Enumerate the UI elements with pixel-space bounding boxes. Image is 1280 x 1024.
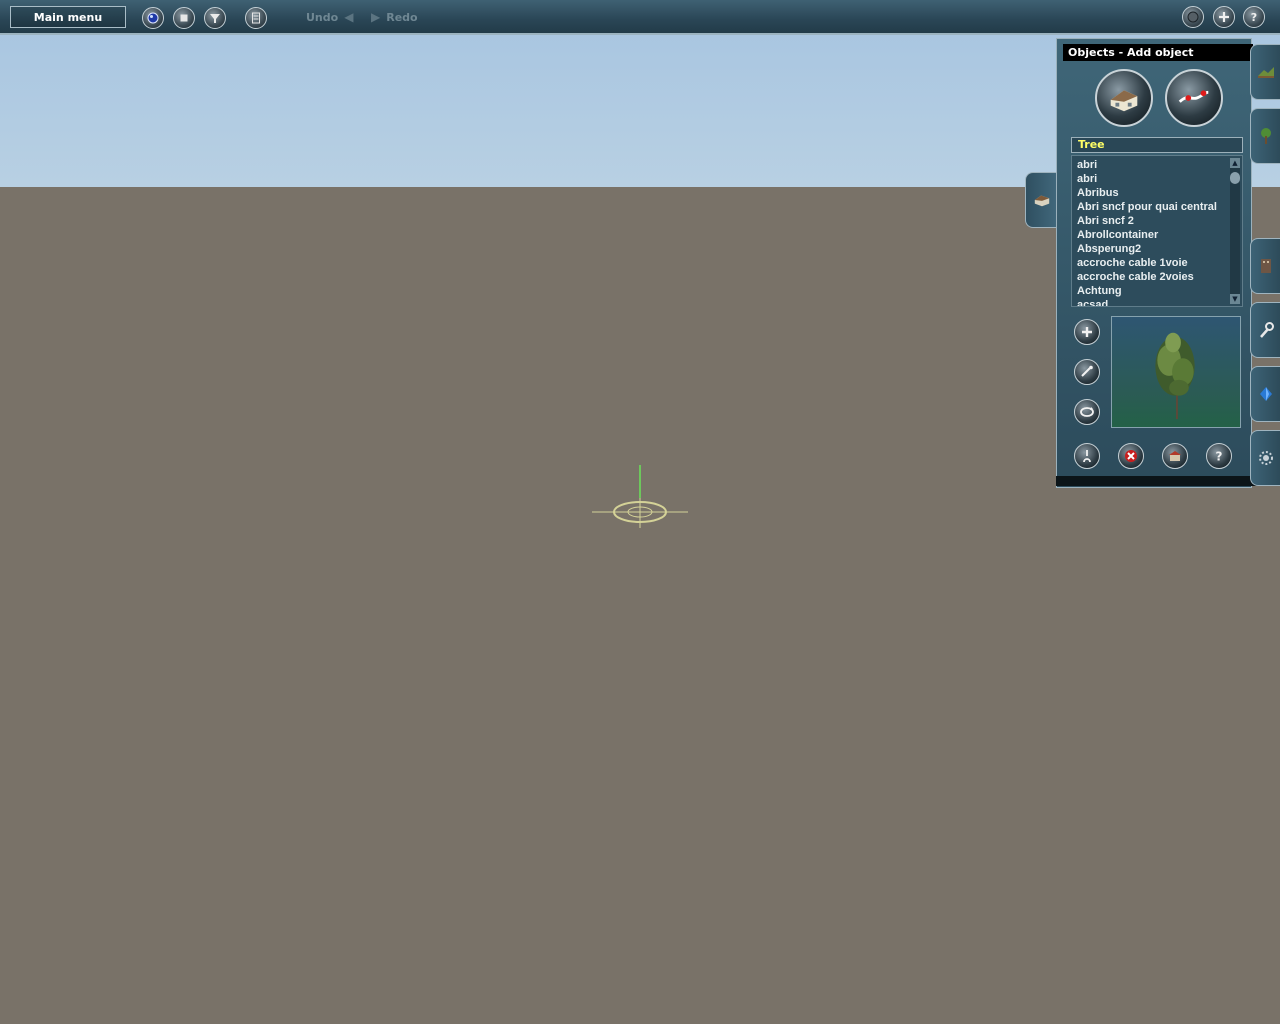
- add-object-button[interactable]: [1074, 319, 1100, 345]
- edit-object-button[interactable]: [1074, 359, 1100, 385]
- list-item[interactable]: Abrollcontainer: [1072, 229, 1230, 243]
- redo-button[interactable]: ▶ Redo: [371, 10, 418, 24]
- tree-icon: [1260, 128, 1271, 144]
- top-toolbar: Main menu Undo ◀ ▶ Redo ?: [0, 0, 1280, 35]
- list-item[interactable]: Abri sncf 2: [1072, 215, 1230, 229]
- panel-toggle-tab[interactable]: [1025, 172, 1057, 228]
- terrain-tab[interactable]: [1250, 44, 1280, 100]
- list-item[interactable]: Achtung: [1072, 285, 1230, 299]
- object-list[interactable]: abri abri Abribus Abri sncf pour quai centr…: [1071, 155, 1243, 307]
- properties-icon: [1169, 451, 1181, 461]
- pick-icon: [1083, 450, 1091, 463]
- water-icon: [1259, 387, 1272, 401]
- panel-title: Objects - Add object: [1063, 44, 1253, 61]
- pick-button[interactable]: [1074, 443, 1100, 469]
- rotate-object-icon: [1080, 407, 1094, 417]
- list-item[interactable]: acsad: [1072, 299, 1230, 306]
- wrench-icon: [1259, 322, 1274, 338]
- list-item[interactable]: abri: [1072, 159, 1230, 173]
- help-icon: ?: [1216, 450, 1223, 464]
- building-icon: [1260, 259, 1271, 273]
- panel-footer: [1056, 476, 1280, 486]
- scroll-up-icon[interactable]: ▲: [1230, 158, 1240, 168]
- calculator-icon[interactable]: [245, 7, 267, 29]
- list-scrollbar[interactable]: ▲ ▼: [1230, 158, 1240, 304]
- stop-icon[interactable]: [173, 7, 195, 29]
- spline-track-icon: [1178, 90, 1209, 103]
- delete-icon: [1125, 450, 1137, 462]
- undo-label: Undo: [306, 10, 339, 24]
- objects-panel: Objects - Add object Tree abri abri Abribu…: [1056, 38, 1253, 488]
- rotate-object-button[interactable]: [1074, 399, 1100, 425]
- category-header[interactable]: Tree: [1071, 137, 1243, 153]
- undo-arrow-icon: ◀: [344, 10, 354, 24]
- list-item[interactable]: Abribus: [1072, 187, 1230, 201]
- assets-tab[interactable]: [1250, 238, 1280, 294]
- list-item[interactable]: Absperung2: [1072, 243, 1230, 257]
- tools-tab[interactable]: [1250, 302, 1280, 358]
- terrain-icon: [1257, 67, 1274, 78]
- add-object-icon: [1082, 327, 1092, 337]
- main-menu-button[interactable]: Main menu: [10, 6, 126, 28]
- house-icon: [1034, 195, 1049, 207]
- landscape-tab[interactable]: [1250, 108, 1280, 164]
- gear-icon: [1258, 451, 1273, 465]
- house-mode-button[interactable]: [1095, 69, 1153, 127]
- redo-label: Redo: [386, 10, 418, 24]
- edit-object-icon: [1081, 365, 1093, 377]
- help-icon[interactable]: ?: [1243, 6, 1265, 28]
- list-item[interactable]: accroche cable 2voies: [1072, 271, 1230, 285]
- tree-preview-icon: [1155, 332, 1195, 420]
- object-preview: [1111, 316, 1241, 428]
- list-item[interactable]: accroche cable 1voie: [1072, 257, 1230, 271]
- undo-button[interactable]: Undo ◀: [306, 10, 353, 24]
- properties-button[interactable]: [1162, 443, 1188, 469]
- spline-mode-button[interactable]: [1165, 69, 1223, 127]
- list-item[interactable]: abri: [1072, 173, 1230, 187]
- water-tab[interactable]: [1250, 366, 1280, 422]
- scroll-down-icon[interactable]: ▼: [1230, 294, 1240, 304]
- list-item[interactable]: Abri sncf pour quai central: [1072, 201, 1230, 215]
- sphere-icon[interactable]: [1182, 6, 1204, 28]
- redo-arrow-icon: ▶: [371, 10, 381, 24]
- house-icon: [1110, 90, 1138, 112]
- settings-tab[interactable]: [1250, 430, 1280, 486]
- svg-text:?: ?: [1251, 11, 1257, 24]
- scroll-thumb[interactable]: [1230, 172, 1240, 184]
- filter-icon[interactable]: [204, 7, 226, 29]
- globe-icon[interactable]: [142, 7, 164, 29]
- panel-help-button[interactable]: ?: [1206, 443, 1232, 469]
- delete-button[interactable]: [1118, 443, 1144, 469]
- plus-icon[interactable]: [1213, 6, 1235, 28]
- svg-text:?: ?: [1216, 450, 1223, 464]
